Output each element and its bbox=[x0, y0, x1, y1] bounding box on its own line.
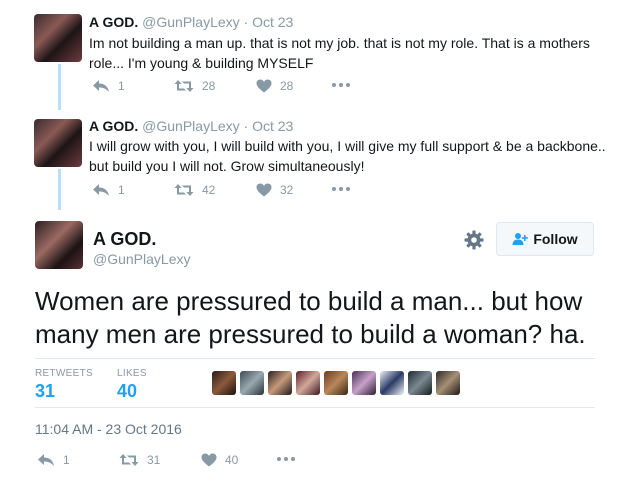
divider bbox=[35, 407, 595, 408]
tweet-actions: 1 42 32 bbox=[92, 183, 372, 201]
main-display-name[interactable]: A GOD. bbox=[93, 229, 156, 250]
main-tweet-text: Women are pressured to build a man... bu… bbox=[35, 286, 586, 349]
reply-count: 1 bbox=[118, 183, 125, 197]
like-button[interactable]: 40 bbox=[201, 453, 238, 467]
handle[interactable]: @GunPlayLexy bbox=[142, 118, 239, 134]
more-icon bbox=[332, 83, 336, 87]
liker-avatar[interactable] bbox=[240, 371, 264, 395]
reply-icon bbox=[38, 454, 54, 466]
reply-icon bbox=[93, 80, 109, 92]
likes-label[interactable]: LIKES bbox=[117, 368, 147, 379]
tweet-header: A GOD. @GunPlayLexy · Oct 23 bbox=[89, 14, 293, 30]
retweet-count: 42 bbox=[202, 183, 216, 197]
retweet-button[interactable]: 28 bbox=[174, 79, 215, 93]
retweet-icon bbox=[174, 184, 194, 196]
tweet-date[interactable]: · Oct 23 bbox=[244, 118, 294, 134]
retweet-icon bbox=[119, 454, 139, 466]
reply-button[interactable]: 1 bbox=[37, 453, 70, 467]
retweet-count: 28 bbox=[202, 79, 216, 93]
like-button[interactable]: 28 bbox=[256, 79, 293, 93]
liker-avatar[interactable] bbox=[436, 371, 460, 395]
more-button[interactable] bbox=[277, 457, 295, 461]
reply-count: 1 bbox=[63, 453, 70, 467]
liker-avatar[interactable] bbox=[324, 371, 348, 395]
liker-avatar[interactable] bbox=[408, 371, 432, 395]
more-icon bbox=[277, 457, 281, 461]
more-button[interactable] bbox=[332, 83, 350, 87]
thread-tweet-1[interactable]: A GOD. @GunPlayLexy · Oct 23 Im not buil… bbox=[0, 0, 633, 110]
avatar[interactable] bbox=[34, 119, 82, 167]
like-count: 40 bbox=[225, 453, 239, 467]
liker-avatar[interactable] bbox=[212, 371, 236, 395]
display-name[interactable]: A GOD. bbox=[89, 14, 138, 30]
thread-line bbox=[58, 169, 61, 210]
main-avatar[interactable] bbox=[35, 221, 83, 269]
retweet-icon bbox=[174, 80, 194, 92]
gear-icon bbox=[464, 230, 484, 250]
reply-button[interactable]: 1 bbox=[92, 79, 125, 93]
heart-icon bbox=[201, 453, 217, 467]
tweet-text: I will grow with you, I will build with … bbox=[89, 138, 606, 174]
thread-tweet-2[interactable]: A GOD. @GunPlayLexy · Oct 23 I will grow… bbox=[0, 110, 633, 210]
tweet-actions: 1 28 28 bbox=[92, 79, 372, 97]
retweets-label[interactable]: RETWEETS bbox=[35, 368, 93, 379]
tweet-header: A GOD. @GunPlayLexy · Oct 23 bbox=[89, 118, 293, 134]
heart-icon bbox=[256, 79, 272, 93]
likes-count[interactable]: 40 bbox=[117, 381, 137, 402]
divider bbox=[35, 358, 595, 359]
follow-person-icon bbox=[512, 233, 529, 245]
liker-avatar[interactable] bbox=[268, 371, 292, 395]
avatar[interactable] bbox=[34, 14, 82, 62]
more-button[interactable] bbox=[332, 187, 350, 191]
handle[interactable]: @GunPlayLexy bbox=[142, 14, 239, 30]
liker-avatars bbox=[212, 371, 460, 395]
retweets-count[interactable]: 31 bbox=[35, 381, 55, 402]
reply-count: 1 bbox=[118, 79, 125, 93]
tweet-text: Im not building a man up. that is not my… bbox=[89, 35, 590, 71]
thread-line bbox=[58, 64, 61, 110]
follow-button[interactable]: Follow bbox=[496, 222, 594, 256]
main-tweet-actions: 1 31 40 bbox=[37, 453, 337, 471]
tweet-date[interactable]: · Oct 23 bbox=[244, 14, 294, 30]
retweet-count: 31 bbox=[147, 453, 161, 467]
main-handle[interactable]: @GunPlayLexy bbox=[93, 251, 190, 267]
retweet-button[interactable]: 31 bbox=[119, 453, 160, 467]
like-count: 32 bbox=[280, 183, 294, 197]
like-count: 28 bbox=[280, 79, 294, 93]
liker-avatar[interactable] bbox=[380, 371, 404, 395]
heart-icon bbox=[256, 183, 272, 197]
settings-button[interactable] bbox=[464, 230, 484, 255]
reply-button[interactable]: 1 bbox=[92, 183, 125, 197]
follow-label: Follow bbox=[533, 231, 578, 247]
more-icon bbox=[332, 187, 336, 191]
reply-icon bbox=[93, 184, 109, 196]
tweet-timestamp[interactable]: 11:04 AM - 23 Oct 2016 bbox=[35, 421, 182, 437]
like-button[interactable]: 32 bbox=[256, 183, 293, 197]
liker-avatar[interactable] bbox=[352, 371, 376, 395]
liker-avatar[interactable] bbox=[296, 371, 320, 395]
display-name[interactable]: A GOD. bbox=[89, 118, 138, 134]
retweet-button[interactable]: 42 bbox=[174, 183, 215, 197]
